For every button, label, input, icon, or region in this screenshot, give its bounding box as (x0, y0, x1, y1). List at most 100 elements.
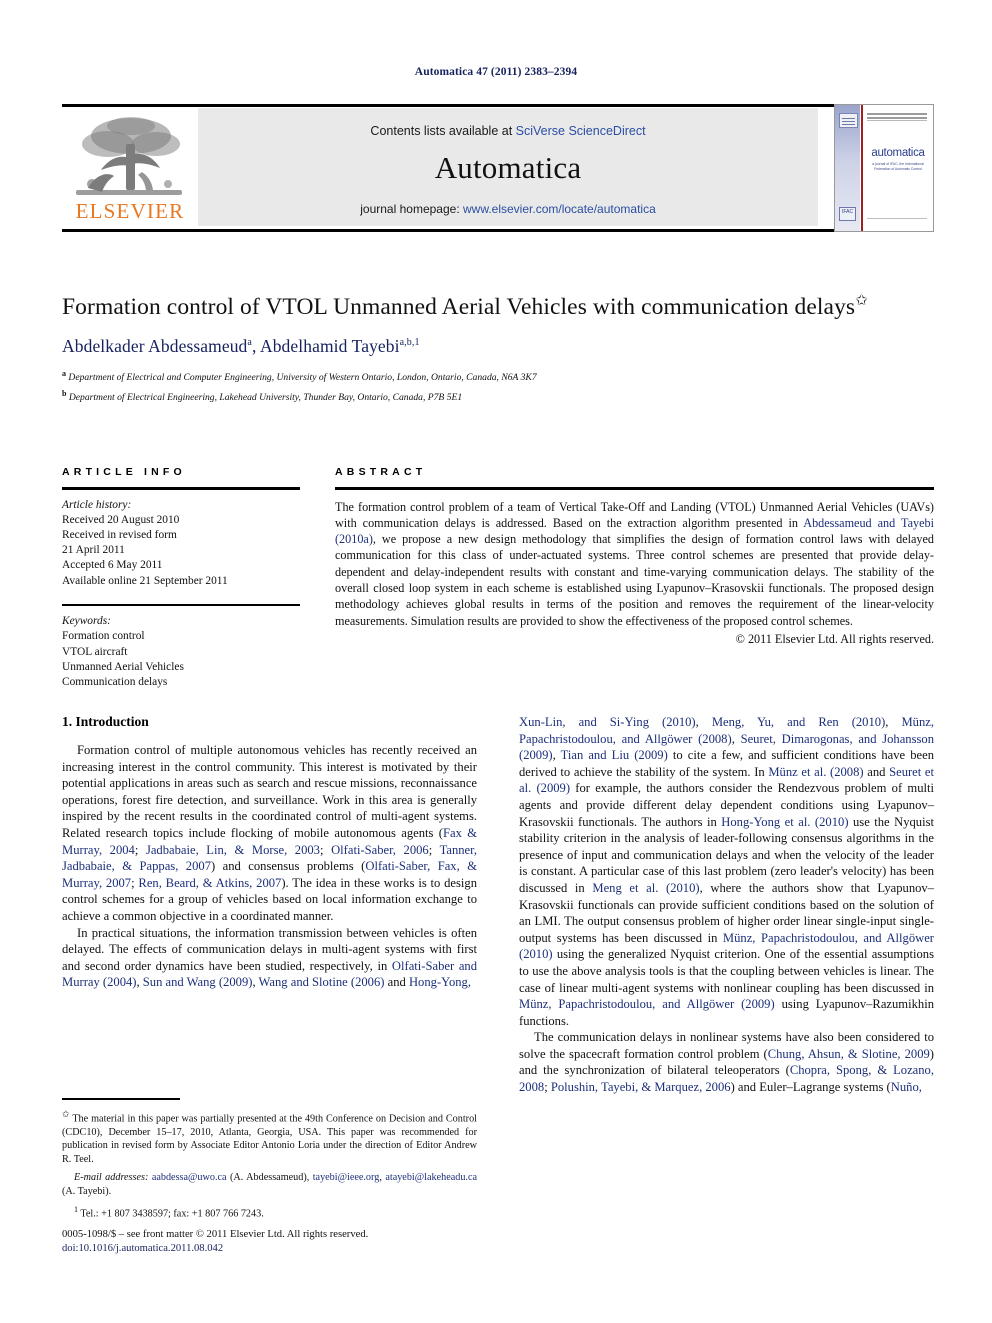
history-item: Received in revised form (62, 528, 177, 541)
affiliation-b-text: Department of Electrical Engineering, La… (68, 392, 463, 404)
article-info-heading: ARTICLE INFO (62, 466, 186, 478)
citation-link[interactable]: Xun-Lin, and Si-Ying (2010) (519, 715, 696, 729)
running-head: Automatica 47 (2011) 2383–2394 (414, 66, 578, 78)
footnote-tel-marker: 1 (74, 1204, 78, 1214)
paragraph: In practical situations, the information… (62, 925, 477, 991)
affiliation-b-marker: b (62, 389, 67, 399)
keyword-item: VTOL aircraft (62, 645, 128, 658)
email-link-1[interactable]: aabdessa@uwo.ca (152, 1172, 227, 1183)
article-page: Automatica 47 (2011) 2383–2394 ELSEVIER … (0, 0, 992, 1323)
article-info-column: ARTICLE INFO Article history: Received 2… (62, 466, 300, 690)
citation-link[interactable]: Polushin, Tayebi, & Marquez, 2006 (551, 1080, 731, 1094)
title-footnote-marker: ✩ (855, 293, 868, 309)
affiliation-b: b Department of Electrical Engineering, … (62, 386, 934, 405)
citation-link[interactable]: Tian and Liu (2009) (561, 748, 668, 762)
para-text: ) and Euler–Lagrange systems ( (730, 1080, 891, 1095)
masthead-top-rule (62, 104, 934, 107)
title-block: Formation control of VTOL Unmanned Aeria… (62, 286, 934, 405)
journal-cover-thumbnail[interactable]: automatica a journal of IFAC, the Intern… (834, 104, 934, 232)
elsevier-wordmark: ELSEVIER (75, 199, 185, 223)
citation-link[interactable]: Ren, Beard, & Atkins, 2007 (138, 876, 281, 890)
citation-link[interactable]: Chung, Ahsun, & Slotine, 2009 (768, 1047, 930, 1061)
citation-link[interactable]: Hong-Yong et al. (2010) (721, 815, 848, 829)
sciencedirect-link[interactable]: SciVerse ScienceDirect (516, 124, 646, 138)
citation-link[interactable]: Hong-Yong, (409, 975, 471, 989)
citation-link[interactable]: Sun and Wang (2009) (143, 975, 253, 989)
paragraph: Formation control of multiple autonomous… (62, 742, 477, 925)
para-text: ; (319, 842, 332, 857)
para-text: ; (544, 1080, 551, 1095)
cover-footer-rule (867, 218, 927, 222)
elsevier-logo: ELSEVIER (62, 112, 198, 228)
elsevier-tree-icon (68, 114, 190, 200)
keyword-item: Unmanned Aerial Vehicles (62, 660, 184, 673)
journal-homepage-line: journal homepage: www.elsevier.com/locat… (198, 202, 818, 216)
footnote-emails: E-mail addresses: aabdessa@uwo.ca (A. Ab… (62, 1171, 477, 1199)
history-item: Received 20 August 2010 (62, 513, 180, 526)
affiliation-a-text: Department of Electrical and Computer En… (68, 372, 537, 384)
keywords-block: Keywords: Formation control VTOL aircraf… (62, 614, 300, 690)
author-1-name[interactable]: Abdelkader Abdessameud (62, 336, 247, 356)
footnotes-block: ✩ The material in this paper was partial… (62, 1098, 477, 1221)
journal-masthead: ELSEVIER Contents lists available at Sci… (62, 104, 934, 232)
journal-homepage-link[interactable]: www.elsevier.com/locate/automatica (463, 202, 656, 216)
email-label: E-mail addresses: (74, 1172, 149, 1184)
email-link-3[interactable]: atayebi@lakeheadu.ca (385, 1172, 477, 1183)
para-text: , (552, 748, 561, 763)
email-link-2[interactable]: tayebi@ieee.org (313, 1172, 380, 1183)
history-item: Available online 21 September 2011 (62, 574, 228, 587)
cover-red-rule (861, 105, 863, 231)
citation-link[interactable]: Olfati-Saber, 2006 (331, 843, 429, 857)
author-2-name[interactable]: Abdelhamid Tayebi (260, 336, 400, 356)
author-2-affil-marker: a,b,1 (399, 337, 420, 348)
para-text: Formation control of multiple autonomous… (62, 743, 477, 840)
history-item: 21 April 2011 (62, 544, 125, 557)
abstract-text: The formation control problem of a team … (335, 499, 934, 629)
cover-badge-icon (839, 113, 858, 128)
article-history-label: Article history: (62, 498, 132, 511)
abstract-heading: ABSTRACT (335, 466, 427, 478)
author-separator: , (251, 335, 260, 356)
contents-prefix: Contents lists available at (370, 124, 516, 138)
footnote-star-text: The material in this paper was partially… (62, 1112, 477, 1166)
contents-available-line: Contents lists available at SciVerse Sci… (198, 124, 818, 138)
footnote-star: ✩ The material in this paper was partial… (62, 1108, 477, 1168)
citation-link[interactable]: Jadbabaie, Lin, & Morse, 2003 (146, 843, 320, 857)
citation-link[interactable]: Wang and Slotine (2006) (259, 975, 385, 989)
para-text: using the generalized Nyquist criterion.… (519, 947, 934, 995)
citation-link[interactable]: Münz et al. (2008) (768, 765, 863, 779)
para-text: , (695, 715, 712, 729)
paragraph: Xun-Lin, and Si-Ying (2010), Meng, Yu, a… (519, 714, 934, 1029)
citation-link[interactable]: Nuño, (891, 1080, 922, 1094)
author-list: Abdelkader Abdessameuda, Abdelhamid Taye… (62, 336, 934, 357)
para-text: and (863, 764, 890, 779)
keyword-item: Formation control (62, 630, 145, 643)
email-owner-3: (A. Tayebi). (62, 1185, 112, 1197)
affiliation-a: a Department of Electrical and Computer … (62, 366, 934, 385)
article-history: Article history: Received 20 August 2010… (62, 498, 300, 589)
citation-link[interactable]: Meng, Yu, and Ren (2010) (712, 715, 885, 729)
abstract-part-2: , we propose a new design methodology th… (335, 532, 934, 628)
issn-copyright-line: 0005-1098/$ – see front matter © 2011 El… (62, 1229, 369, 1240)
affiliation-a-marker: a (62, 368, 66, 378)
cover-journal-title: automatica (871, 147, 925, 159)
footnote-rule (62, 1098, 180, 1100)
paragraph: The communication delays in nonlinear sy… (519, 1029, 934, 1095)
para-text: ) and consensus problems ( (211, 859, 366, 874)
bottom-meta: 0005-1098/$ – see front matter © 2011 El… (62, 1228, 522, 1256)
paper-title-text: Formation control of VTOL Unmanned Aeria… (62, 293, 856, 320)
homepage-prefix: journal homepage: (360, 202, 463, 216)
article-info-rule (62, 487, 300, 490)
para-text: ; (134, 842, 146, 857)
footnote-tel-text: Tel.: +1 807 3438597; fax: +1 807 766 72… (80, 1208, 264, 1220)
email-owner-1: (A. Abdessameud), (226, 1172, 313, 1184)
footnote-tel: 1 Tel.: +1 807 3438597; fax: +1 807 766 … (62, 1203, 477, 1221)
doi-line[interactable]: doi:10.1016/j.automatica.2011.08.042 (62, 1242, 522, 1256)
citation-link[interactable]: Meng et al. (2010) (592, 881, 699, 895)
section-heading-introduction: 1. Introduction (62, 714, 149, 729)
ifac-logo-icon: IFAC (839, 207, 856, 221)
para-text: ; (428, 842, 440, 857)
citation-link[interactable]: Münz, Papachristodoulou, and Allgöwer (2… (519, 997, 775, 1011)
cover-header-lines (867, 113, 927, 121)
page-title: Formation control of VTOL Unmanned Aeria… (62, 286, 934, 323)
